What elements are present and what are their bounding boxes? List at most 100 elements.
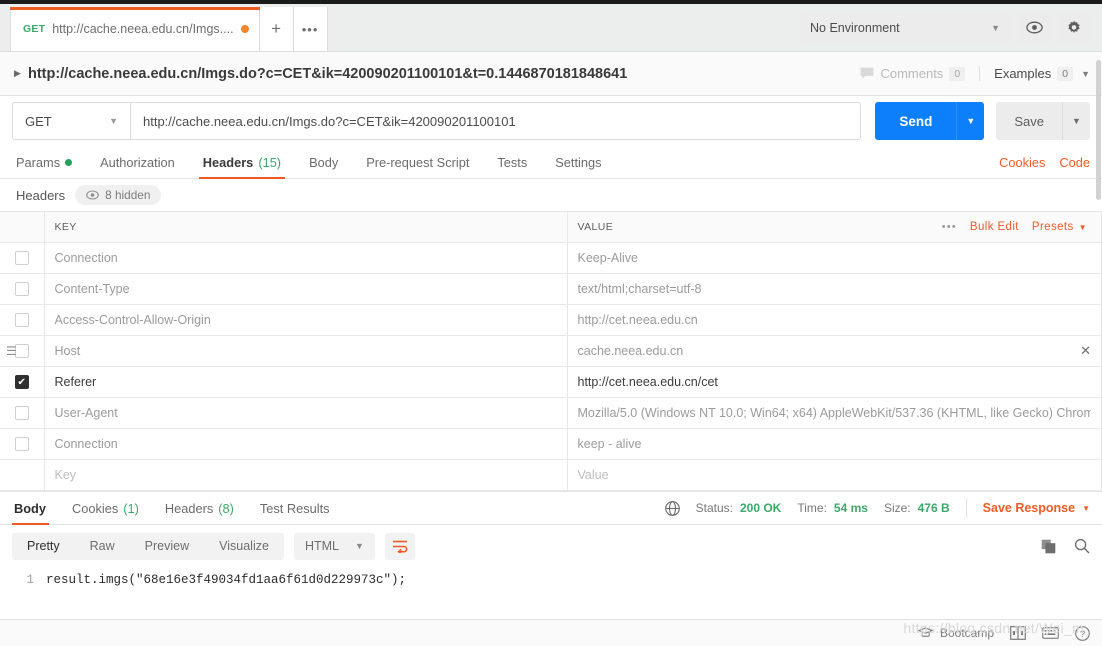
row-checkbox[interactable] (14, 437, 29, 451)
table-row[interactable]: ☰ Host cache.neea.edu.cn ✕ (0, 335, 1102, 367)
view-preview-button[interactable]: Preview (130, 533, 204, 560)
examples-count: 0 (1057, 66, 1074, 81)
row-checkbox[interactable] (14, 406, 29, 420)
gear-icon (1068, 20, 1080, 33)
http-method-select[interactable]: GET ▼ (12, 102, 130, 140)
tab-headers[interactable]: Headers (15) (189, 146, 295, 179)
send-options-button[interactable]: ▼ (956, 102, 985, 140)
tab-options-button[interactable]: ••• (293, 7, 328, 51)
response-tab-test-results[interactable]: Test Results (247, 492, 343, 524)
code-link[interactable]: Code (1059, 155, 1090, 170)
header-key-input[interactable]: Access-Control-Allow-Origin (43, 304, 568, 336)
row-checkbox[interactable] (14, 344, 29, 358)
response-tab-headers[interactable]: Headers (8) (152, 492, 247, 524)
row-checkbox-cell[interactable] (0, 273, 45, 305)
header-key-input[interactable]: User-Agent (43, 397, 568, 429)
environment-select[interactable]: No Environment ▼ (800, 12, 1010, 43)
tab-body[interactable]: Body (295, 146, 352, 178)
main-scrollbar[interactable] (1095, 48, 1102, 619)
table-row[interactable]: Access-Control-Allow-Origin http://cet.ne… (0, 304, 1102, 336)
view-pretty-button[interactable]: Pretty (12, 533, 75, 560)
row-checkbox-cell[interactable] (0, 304, 45, 336)
response-body-code[interactable]: 1 result.imgs("68e16e3f49034fd1aa6f61d0d… (0, 567, 1102, 615)
bulk-edit-link[interactable]: Bulk Edit (970, 221, 1019, 233)
header-key-input[interactable]: Host (43, 335, 568, 367)
request-tab-active[interactable]: GET http://cache.neea.edu.cn/Imgs.... (10, 7, 260, 51)
help-circle-icon: ? (1075, 625, 1090, 641)
save-options-button[interactable]: ▼ (1062, 102, 1090, 140)
scrollbar-thumb[interactable] (1096, 60, 1101, 200)
view-visualize-button[interactable]: Visualize (204, 533, 284, 560)
more-options-icon[interactable]: ••• (942, 221, 957, 233)
request-url-input[interactable]: http://cache.neea.edu.cn/Imgs.do?c=CET&i… (130, 102, 862, 140)
keyboard-shortcuts-button[interactable] (1042, 627, 1059, 639)
search-button[interactable] (1074, 538, 1090, 554)
header-value-input[interactable]: Mozilla/5.0 (Windows NT 10.0; Win64; x64… (566, 397, 1102, 429)
header-key-input[interactable]: Content-Type (43, 273, 568, 305)
new-tab-button[interactable]: + (259, 7, 294, 51)
table-row[interactable]: Connection keep - alive (0, 428, 1102, 460)
row-checkbox-cell[interactable]: ✔ (0, 366, 45, 398)
row-checkbox-cell[interactable] (0, 459, 45, 491)
row-checkbox[interactable] (14, 282, 29, 296)
response-tab-cookies[interactable]: Cookies (1) (59, 492, 152, 524)
settings-button[interactable] (1058, 12, 1090, 43)
remove-row-icon[interactable]: ✕ (1072, 343, 1091, 359)
hidden-headers-toggle[interactable]: 8 hidden (75, 185, 162, 205)
table-row[interactable]: Key Value (0, 459, 1102, 491)
table-row[interactable]: ✔ Referer http://cet.neea.edu.cn/cet (0, 366, 1102, 398)
row-checkbox-cell[interactable] (0, 428, 45, 460)
bootcamp-button[interactable]: Bootcamp (917, 626, 994, 640)
table-row[interactable]: Connection Keep-Alive (0, 242, 1102, 274)
row-checkbox[interactable]: ✔ (14, 375, 29, 389)
table-row[interactable]: Content-Type text/html;charset=utf-8 (0, 273, 1102, 305)
chevron-right-icon[interactable]: ▶ (14, 68, 28, 79)
row-checkbox-cell[interactable]: ☰ (0, 335, 45, 367)
layout-toggle-button[interactable] (1010, 626, 1026, 640)
cookies-link[interactable]: Cookies (999, 155, 1045, 170)
header-value-input[interactable]: text/html;charset=utf-8 (566, 273, 1102, 305)
presets-link[interactable]: Presets (1032, 221, 1074, 233)
chevron-down-icon[interactable]: ▼ (1079, 223, 1087, 232)
row-checkbox-cell[interactable] (0, 242, 45, 274)
header-value-input[interactable]: cache.neea.edu.cn ✕ (566, 335, 1102, 367)
save-button[interactable]: Save (996, 102, 1062, 140)
header-value-input[interactable]: http://cet.neea.edu.cn/cet (566, 366, 1102, 398)
row-checkbox[interactable] (14, 313, 29, 327)
help-button[interactable]: ? (1075, 625, 1090, 641)
response-status-group: Status: 200 OK Time: 54 ms Size: 476 B S… (664, 492, 1090, 524)
response-format-select[interactable]: HTML ▼ (293, 532, 375, 560)
tab-settings[interactable]: Settings (541, 146, 615, 178)
copy-button[interactable] (1041, 539, 1056, 554)
header-value-input[interactable]: Keep-Alive (566, 242, 1102, 274)
header-value-content: cache.neea.edu.cn ✕ (578, 343, 1092, 359)
row-checkbox[interactable] (14, 251, 29, 265)
row-checkbox-cell[interactable] (0, 397, 45, 429)
tab-authorization[interactable]: Authorization (86, 146, 189, 178)
environment-quick-look-button[interactable] (1018, 12, 1050, 43)
save-response-button[interactable]: Save Response ▼ (965, 498, 1090, 518)
tab-params[interactable]: Params (12, 146, 86, 178)
header-value-input[interactable]: keep - alive (566, 428, 1102, 460)
header-key-input[interactable]: Connection (43, 242, 568, 274)
header-value-text: keep - alive (577, 437, 642, 451)
tab-pre-request-script[interactable]: Pre-request Script (352, 146, 483, 178)
table-row[interactable]: User-Agent Mozilla/5.0 (Windows NT 10.0; … (0, 397, 1102, 429)
drag-handle-icon[interactable]: ☰ (6, 345, 17, 357)
send-button[interactable]: Send (875, 102, 957, 140)
header-key-input[interactable]: Connection (43, 428, 568, 460)
view-raw-button[interactable]: Raw (75, 533, 130, 560)
response-tab-body[interactable]: Body (12, 492, 59, 525)
tab-tests[interactable]: Tests (483, 146, 541, 178)
header-value-label: VALUE (577, 221, 614, 233)
header-key-input[interactable]: Referer (43, 366, 568, 398)
size-value: 476 B (917, 501, 950, 515)
word-wrap-button[interactable] (384, 532, 415, 560)
examples-button[interactable]: Examples 0 ▼ (979, 66, 1090, 81)
two-pane-icon (1010, 626, 1026, 640)
header-value-input[interactable]: Value (566, 459, 1102, 491)
header-value-input[interactable]: http://cet.neea.edu.cn (566, 304, 1102, 336)
header-key-input[interactable]: Key (43, 459, 568, 491)
comments-button[interactable]: Comments 0 (860, 66, 979, 81)
unsaved-indicator-dot (240, 25, 249, 33)
